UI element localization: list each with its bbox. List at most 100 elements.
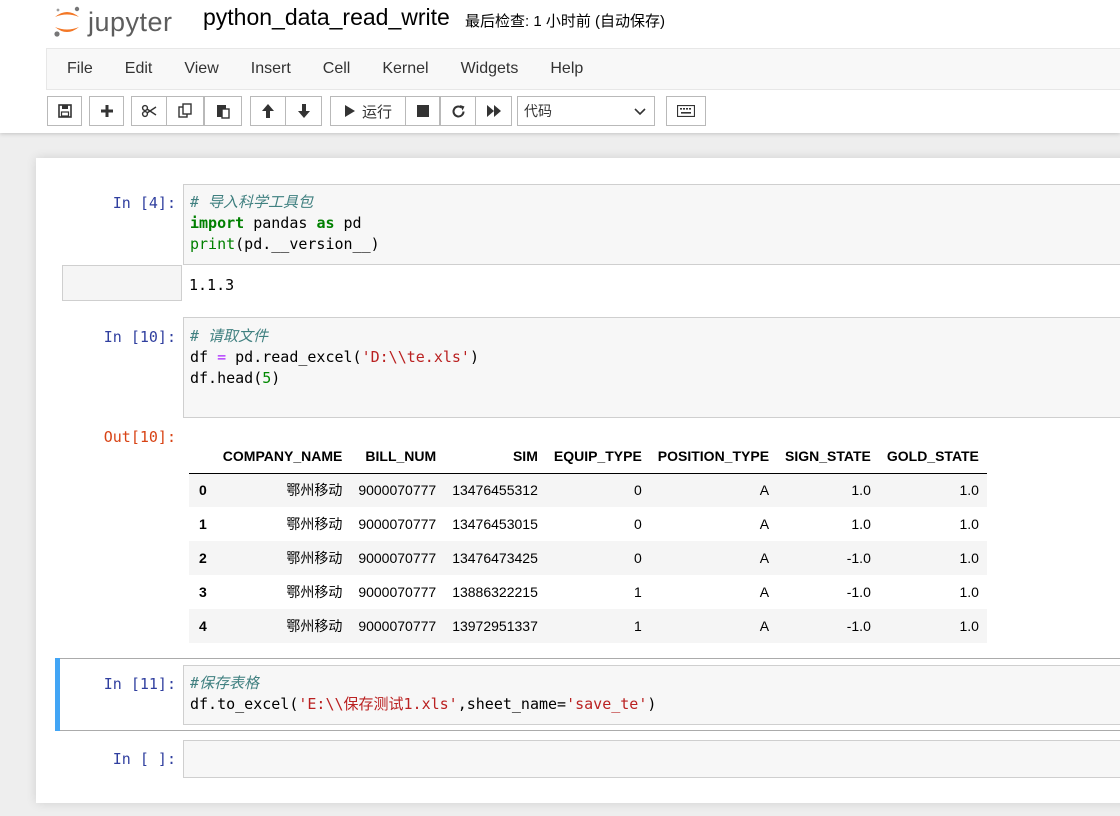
input-prompt: In [10]:: [103, 328, 176, 346]
code-token: ): [647, 695, 657, 713]
code-token: 5: [262, 369, 272, 387]
table-cell: 鄂州移动: [286, 516, 343, 532]
restart-button[interactable]: [440, 96, 476, 126]
table-row: 3 鄂州移动 9000070777 13886322215 1 A -1.0 1.0: [189, 575, 987, 609]
menu-widgets[interactable]: Widgets: [445, 49, 535, 89]
table-cell: 13476473425: [452, 550, 538, 566]
insert-cell-button[interactable]: [89, 96, 124, 126]
checkpoint-status: 最后检查: 1 小时前 (自动保存): [465, 13, 666, 30]
code-token: #保存表格: [190, 674, 260, 692]
table-cell: A: [759, 618, 770, 634]
row-index: 4: [199, 618, 207, 634]
cut-button[interactable]: [131, 96, 167, 126]
chevron-down-icon: [634, 108, 646, 116]
table-cell: 13972951337: [452, 618, 538, 634]
menu-insert[interactable]: Insert: [235, 49, 307, 89]
dataframe-table: COMPANY_NAME BILL_NUM SIM EQUIP_TYPE POSITIO…: [189, 439, 987, 643]
restart-run-all-button[interactable]: [475, 96, 512, 126]
code-token: as: [316, 214, 335, 232]
code-cell-input[interactable]: # 请取文件 df = pd.read_excel('D:\\te.xls') df…: [183, 317, 1120, 418]
code-line: #保存表格: [190, 673, 1120, 694]
play-icon: [344, 105, 355, 117]
table-row: 2 鄂州移动 9000070777 13476473425 0 A -1.0 1.0: [189, 541, 987, 575]
column-header: EQUIP_TYPE: [545, 439, 650, 474]
code-token: df.head(: [190, 369, 263, 387]
code-line: # 请取文件: [190, 326, 1120, 347]
code-token: print: [190, 235, 236, 253]
code-token: 'D:\\te.xls': [361, 348, 470, 366]
move-up-button[interactable]: [250, 96, 286, 126]
code-token: df: [190, 348, 218, 366]
menu-bar: File Edit View Insert Cell Kernel Widget…: [46, 48, 1120, 90]
run-button[interactable]: 运行: [330, 96, 406, 126]
interrupt-button[interactable]: [405, 96, 440, 126]
table-cell: 0: [633, 516, 642, 532]
code-token: pd.read_excel(: [226, 348, 362, 366]
notebook-header: jupyter python_data_read_write 最后检查: 1 小…: [0, 0, 1120, 133]
code-line: df.head(5): [190, 368, 1120, 389]
code-line: df.to_excel('E:\\保存测试1.xls',sheet_name='…: [190, 694, 1120, 715]
table-cell: 1.0: [959, 482, 979, 499]
jupyter-logo-icon: [54, 6, 80, 37]
code-line: df = pd.read_excel('D:\\te.xls'): [190, 347, 1120, 368]
menu-edit[interactable]: Edit: [109, 49, 169, 89]
column-header: BILL_NUM: [350, 439, 445, 474]
menu-help[interactable]: Help: [534, 49, 599, 89]
table-cell: 1.0: [959, 516, 979, 532]
stop-icon: [416, 105, 429, 117]
jupyter-logo-text: jupyter: [88, 6, 173, 37]
menu-view[interactable]: View: [168, 49, 234, 89]
table-cell: 1.0: [959, 550, 979, 566]
code-token: ): [469, 348, 479, 366]
selected-cell-indicator: [55, 658, 60, 731]
table-cell: 9000070777: [358, 618, 437, 634]
copy-icon: [178, 103, 192, 118]
menu-kernel[interactable]: Kernel: [366, 49, 444, 89]
notebook-title[interactable]: python_data_read_write: [203, 4, 450, 31]
output-collapser[interactable]: [62, 265, 182, 301]
copy-button[interactable]: [166, 96, 204, 126]
table-row: 0 鄂州移动 9000070777 13476455312 0 A 1.0 1.0: [189, 473, 987, 507]
table-cell: 1: [633, 584, 642, 600]
menu-cell[interactable]: Cell: [307, 49, 367, 89]
table-cell: A: [759, 550, 770, 566]
table-cell: 9000070777: [358, 516, 437, 532]
table-cell: 13886322215: [452, 584, 538, 600]
code-token: # 请取文件: [190, 327, 269, 345]
column-header: COMPANY_NAME: [214, 439, 351, 474]
table-row: 1 鄂州移动 9000070777 13476453015 0 A 1.0 1.0: [189, 507, 987, 541]
code-cell-input[interactable]: #保存表格 df.to_excel('E:\\保存测试1.xls',sheet_n…: [183, 665, 1120, 725]
table-cell: 0: [633, 482, 642, 499]
code-cell-input[interactable]: # 导入科学工具包 import pandas as pd print(pd.__v…: [183, 184, 1120, 265]
table-cell: 鄂州移动: [286, 584, 343, 600]
table-cell: 1.0: [959, 584, 979, 600]
code-line: import pandas as pd: [190, 213, 1120, 234]
code-token: 'E:\\保存测试1.xls': [298, 695, 458, 713]
input-prompt: In [4]:: [112, 194, 176, 212]
jupyter-logo[interactable]: jupyter: [52, 2, 173, 42]
paste-icon: [217, 105, 230, 119]
save-icon: [57, 104, 72, 118]
save-button[interactable]: [47, 96, 82, 126]
command-palette-button[interactable]: [666, 96, 706, 126]
row-index: 2: [199, 550, 207, 566]
arrow-up-icon: [262, 104, 274, 118]
column-header: POSITION_TYPE: [649, 439, 778, 474]
code-token: # 导入科学工具包: [190, 193, 314, 211]
code-line: print(pd.__version__): [190, 234, 1120, 255]
table-cell: 9000070777: [358, 550, 437, 566]
stream-output: 1.1.3: [189, 276, 235, 294]
column-header: [189, 439, 215, 474]
output-prompt: Out[10]:: [103, 428, 176, 446]
move-down-button[interactable]: [285, 96, 322, 126]
table-cell: 1.0: [851, 482, 871, 499]
menu-file[interactable]: File: [51, 49, 109, 89]
paste-button[interactable]: [204, 96, 242, 126]
arrow-down-icon: [297, 104, 310, 118]
table-header-row: COMPANY_NAME BILL_NUM SIM EQUIP_TYPE POSITIO…: [189, 439, 987, 474]
row-index: 3: [199, 584, 207, 600]
keyboard-icon: [677, 105, 695, 117]
empty-code-cell-input[interactable]: [183, 740, 1120, 778]
cell-type-select[interactable]: 代码: [517, 96, 655, 126]
table-cell: 鄂州移动: [286, 618, 343, 634]
